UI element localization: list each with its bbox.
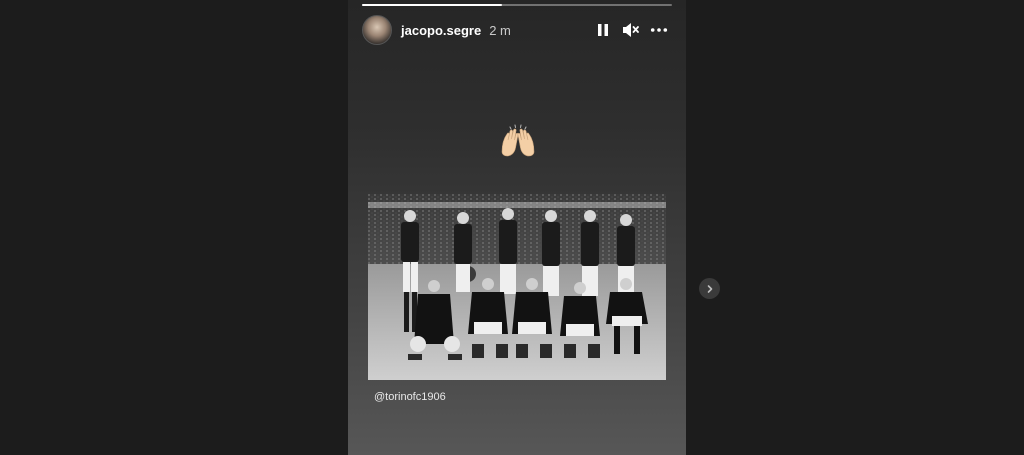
timestamp: 2 m <box>489 22 511 38</box>
speaker-muted-icon <box>623 23 639 37</box>
more-options-icon <box>650 28 668 32</box>
chevron-right-icon <box>707 284 712 293</box>
pause-icon <box>598 24 608 36</box>
mute-button[interactable] <box>622 21 640 39</box>
more-options-button[interactable] <box>650 21 668 39</box>
team-photo <box>368 194 666 380</box>
story-controls <box>594 21 672 39</box>
username[interactable]: jacopo.segre <box>401 23 481 38</box>
raising-hands-icon <box>498 122 538 162</box>
next-story-button[interactable] <box>699 278 720 299</box>
story-progress-fill <box>362 4 502 6</box>
mention-link[interactable]: @torinofc1906 <box>374 391 446 403</box>
story-viewer[interactable]: jacopo.segre 2 m @torinofc1906 <box>348 0 686 455</box>
story-header: jacopo.segre 2 m <box>362 14 672 46</box>
avatar[interactable] <box>362 15 392 45</box>
pause-button[interactable] <box>594 21 612 39</box>
story-progress-bar <box>362 4 672 6</box>
